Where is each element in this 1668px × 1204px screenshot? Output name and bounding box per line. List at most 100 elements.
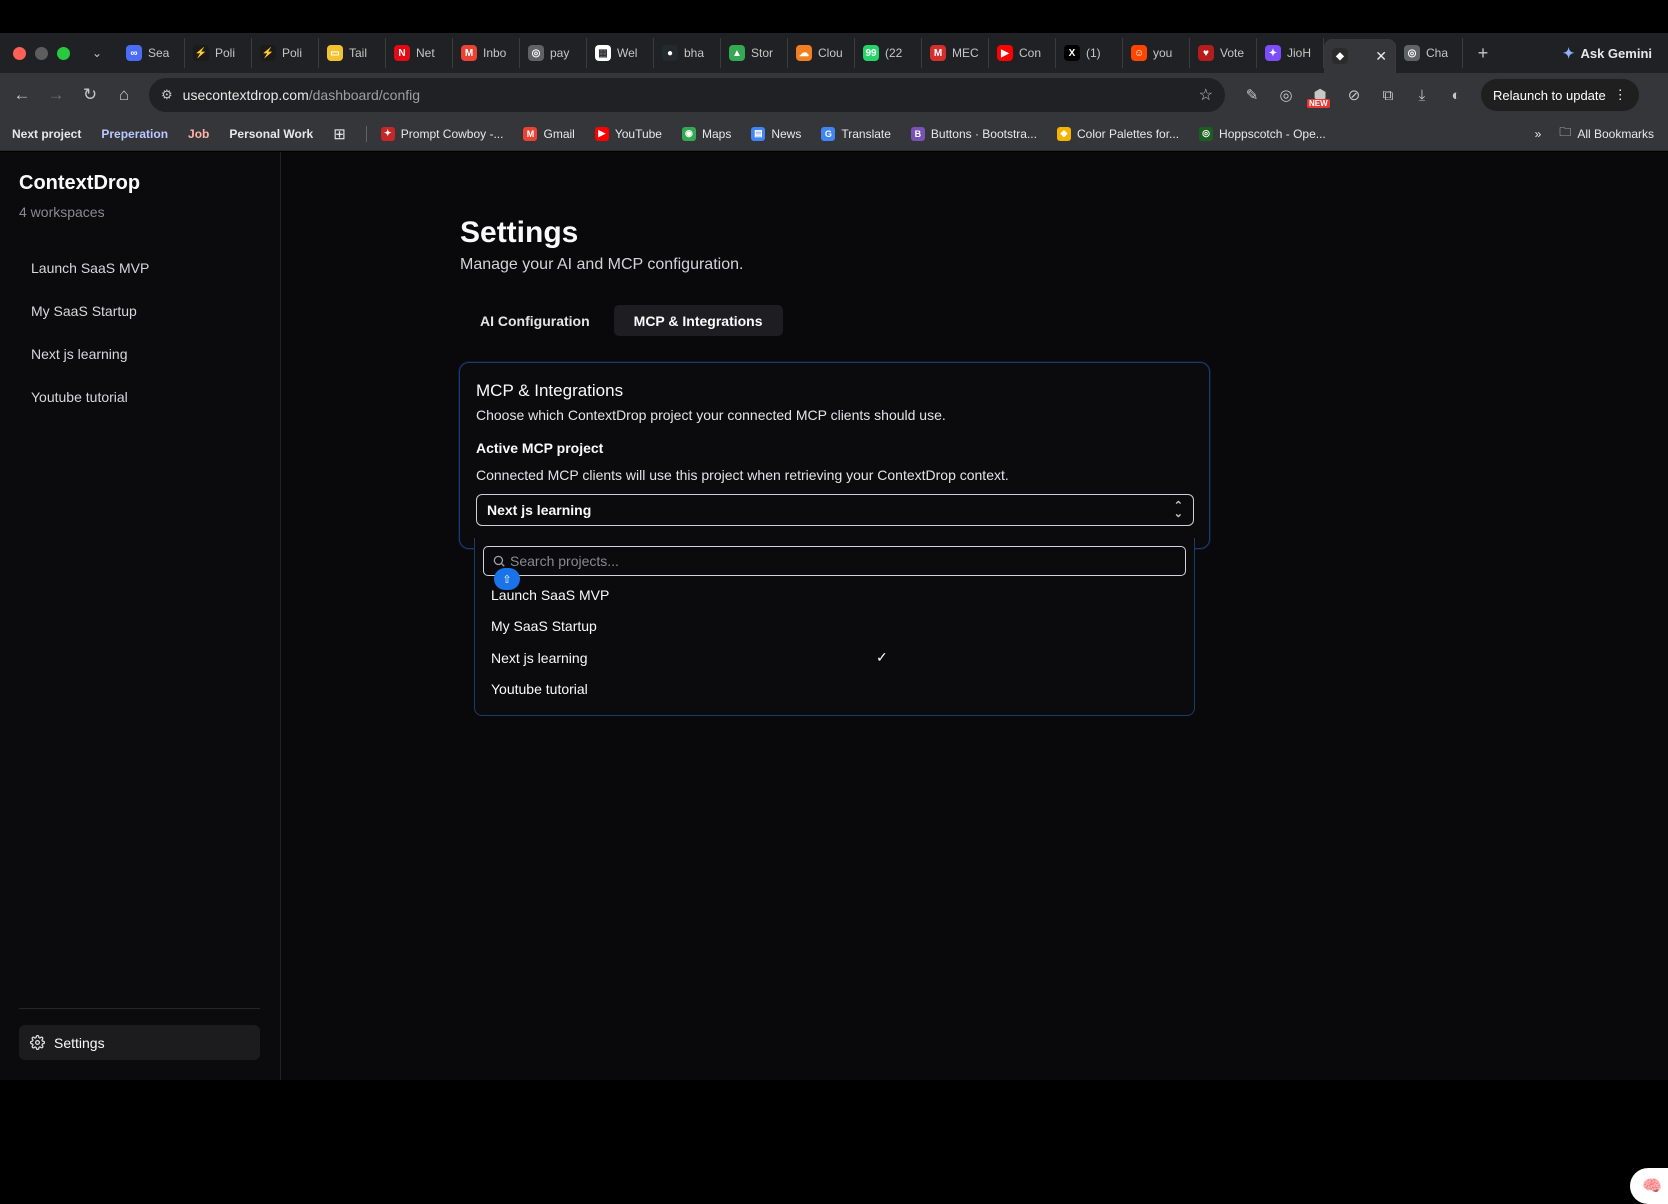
download-icon[interactable]: ⤓: [1409, 82, 1435, 108]
browser-tab[interactable]: ▲ Stor: [721, 38, 788, 68]
browser-tab[interactable]: M MEC: [922, 38, 989, 68]
tab-favicon-icon: N: [394, 45, 410, 61]
project-option[interactable]: Launch SaaS MVP: [491, 579, 861, 611]
profile-avatar-icon[interactable]: ◐: [1443, 82, 1469, 108]
brain-extension-icon[interactable]: 🧠: [1630, 1168, 1668, 1204]
browser-tab[interactable]: ⚡ Poli: [252, 38, 319, 68]
tab-favicon-icon: ∞: [126, 45, 142, 61]
puzzle-extensions-icon[interactable]: ⧉: [1375, 82, 1401, 108]
site-settings-icon[interactable]: ⚙: [161, 87, 173, 103]
apps-grid-icon[interactable]: ⊞: [333, 125, 346, 143]
bookmark-star-icon[interactable]: ☆: [1199, 85, 1213, 105]
browser-tab[interactable]: ☺ you: [1123, 38, 1190, 68]
project-search-input[interactable]: [510, 553, 1160, 569]
bookmark-folder[interactable]: Personal Work: [229, 127, 313, 141]
all-bookmarks-button[interactable]: 🗀 All Bookmarks: [1559, 123, 1654, 144]
project-search-field[interactable]: [483, 546, 1186, 576]
browser-tab[interactable]: ∞ Sea: [118, 38, 185, 68]
bookmarks-bar: Next project Preperation Job Personal Work …: [0, 117, 1668, 151]
bookmark-link[interactable]: ◉ Maps: [681, 126, 731, 141]
bookmark-link[interactable]: B Buttons · Bootstra...: [910, 126, 1037, 141]
bookmark-favicon-icon: ◉: [681, 126, 696, 141]
relaunch-to-update-button[interactable]: Relaunch to update ⋮: [1481, 79, 1639, 111]
bookmark-link[interactable]: G Translate: [821, 126, 891, 141]
page-subtitle: Manage your AI and MCP configuration.: [460, 256, 744, 273]
tab-favicon-icon: 99: [863, 45, 879, 61]
browser-tab[interactable]: ✦ JioH: [1257, 38, 1324, 68]
sidebar-project-item[interactable]: Youtube tutorial: [19, 375, 259, 418]
project-option[interactable]: My SaaS Startup: [491, 611, 861, 643]
close-tab-icon[interactable]: ✕: [1375, 48, 1387, 65]
bookmark-favicon-icon: M: [523, 126, 538, 141]
browser-tab[interactable]: M Inbo: [453, 38, 520, 68]
chevrons-up-down-icon: ⌃ ⌄: [1173, 500, 1183, 520]
address-bar[interactable]: ⚙ usecontextdrop.com /dashboard/config ☆: [149, 78, 1225, 112]
tab-favicon-icon: ✦: [1265, 45, 1281, 61]
bookmark-label: News: [771, 126, 802, 141]
active-project-label: Active MCP project: [476, 440, 604, 456]
new-extension-icon[interactable]: ⬢ NEW: [1307, 82, 1333, 108]
bookmarks-divider: [365, 125, 367, 142]
eyedropper-icon[interactable]: ✎: [1239, 82, 1265, 108]
browser-tab[interactable]: ▦ Wel: [587, 38, 654, 68]
browser-tab[interactable]: ● bha: [654, 38, 721, 68]
bookmark-folder[interactable]: Job: [188, 127, 209, 141]
tab-favicon-icon: ⚡: [260, 45, 276, 61]
tab-favicon-icon: ◎: [1404, 45, 1420, 61]
tab-label: Tail: [349, 46, 368, 60]
browser-tab[interactable]: ◎ pay: [520, 38, 587, 68]
search-icon: [493, 555, 505, 567]
browser-tab[interactable]: X (1): [1056, 38, 1123, 68]
settings-tab[interactable]: AI Configuration: [460, 305, 610, 336]
target-extension-icon[interactable]: ◎: [1273, 82, 1299, 108]
browser-tab[interactable]: ▶ Con: [989, 38, 1056, 68]
new-badge: NEW: [1307, 99, 1330, 108]
compass-extension-icon[interactable]: ⊘: [1341, 82, 1367, 108]
more-menu-icon: ⋮: [1613, 87, 1627, 102]
home-icon[interactable]: ⌂: [107, 78, 141, 112]
bookmark-link[interactable]: ◎ Hoppscotch - Ope...: [1199, 126, 1326, 141]
browser-tab-active[interactable]: ◆ ✕: [1324, 39, 1396, 73]
maximize-window-button[interactable]: [57, 46, 70, 60]
project-option[interactable]: Youtube tutorial: [491, 674, 861, 706]
browser-tab[interactable]: ▭ Tail: [319, 38, 386, 68]
back-arrow-icon[interactable]: ←: [5, 78, 39, 112]
sidebar-project-item[interactable]: My SaaS Startup: [19, 289, 259, 332]
bookmark-label: Prompt Cowboy -...: [400, 126, 504, 141]
tab-favicon-icon: M: [461, 45, 477, 61]
project-option[interactable]: Next js learning ✓: [491, 642, 888, 674]
browser-tab[interactable]: ☁ Clou: [788, 38, 855, 68]
reload-icon[interactable]: ↻: [73, 78, 107, 112]
bookmark-link[interactable]: ✦ Prompt Cowboy -...: [380, 126, 504, 141]
settings-tab[interactable]: MCP & Integrations: [613, 305, 783, 336]
bookmark-link[interactable]: M Gmail: [523, 126, 575, 141]
bookmark-folder[interactable]: Preperation: [101, 127, 168, 141]
project-dropdown: ⇧ Launch SaaS MVPMy SaaS StartupNext js …: [474, 538, 1195, 716]
sidebar-settings-button[interactable]: Settings: [19, 1025, 260, 1060]
browser-tab[interactable]: 99 (22: [855, 38, 922, 68]
tab-search-chevron-icon[interactable]: ⌄: [84, 40, 110, 66]
new-tab-plus-icon[interactable]: +: [1469, 39, 1497, 67]
bookmark-folder[interactable]: Next project: [12, 127, 81, 141]
bookmark-favicon-icon: ▶: [594, 126, 609, 141]
more-bookmarks-chevron-icon[interactable]: »: [1535, 127, 1542, 141]
ask-gemini-button[interactable]: ✦ Ask Gemini: [1563, 45, 1652, 62]
forward-arrow-icon[interactable]: →: [39, 78, 73, 112]
tab-label: Stor: [751, 46, 774, 60]
tab-label: (1): [1086, 46, 1101, 60]
bookmark-link[interactable]: ▤ News: [751, 126, 802, 141]
browser-tab[interactable]: N Net: [386, 38, 453, 68]
tab-label: Poli: [215, 46, 236, 60]
browser-tab[interactable]: ♥ Vote: [1190, 38, 1257, 68]
sidebar-project-item[interactable]: Next js learning: [19, 332, 259, 375]
tab-label: Wel: [617, 46, 638, 60]
close-window-button[interactable]: [13, 46, 26, 60]
bookmark-label: Hoppscotch - Ope...: [1219, 126, 1326, 141]
bookmark-link[interactable]: ▶ YouTube: [594, 126, 662, 141]
browser-tab[interactable]: ⚡ Poli: [185, 38, 252, 68]
browser-tab[interactable]: ◎ Cha: [1396, 38, 1463, 68]
minimize-window-button[interactable]: [35, 46, 48, 60]
bookmark-link[interactable]: ◆ Color Palettes for...: [1056, 126, 1179, 141]
active-project-select[interactable]: Next js learning ⌃ ⌄: [476, 494, 1194, 526]
sidebar-project-item[interactable]: Launch SaaS MVP: [19, 246, 259, 289]
